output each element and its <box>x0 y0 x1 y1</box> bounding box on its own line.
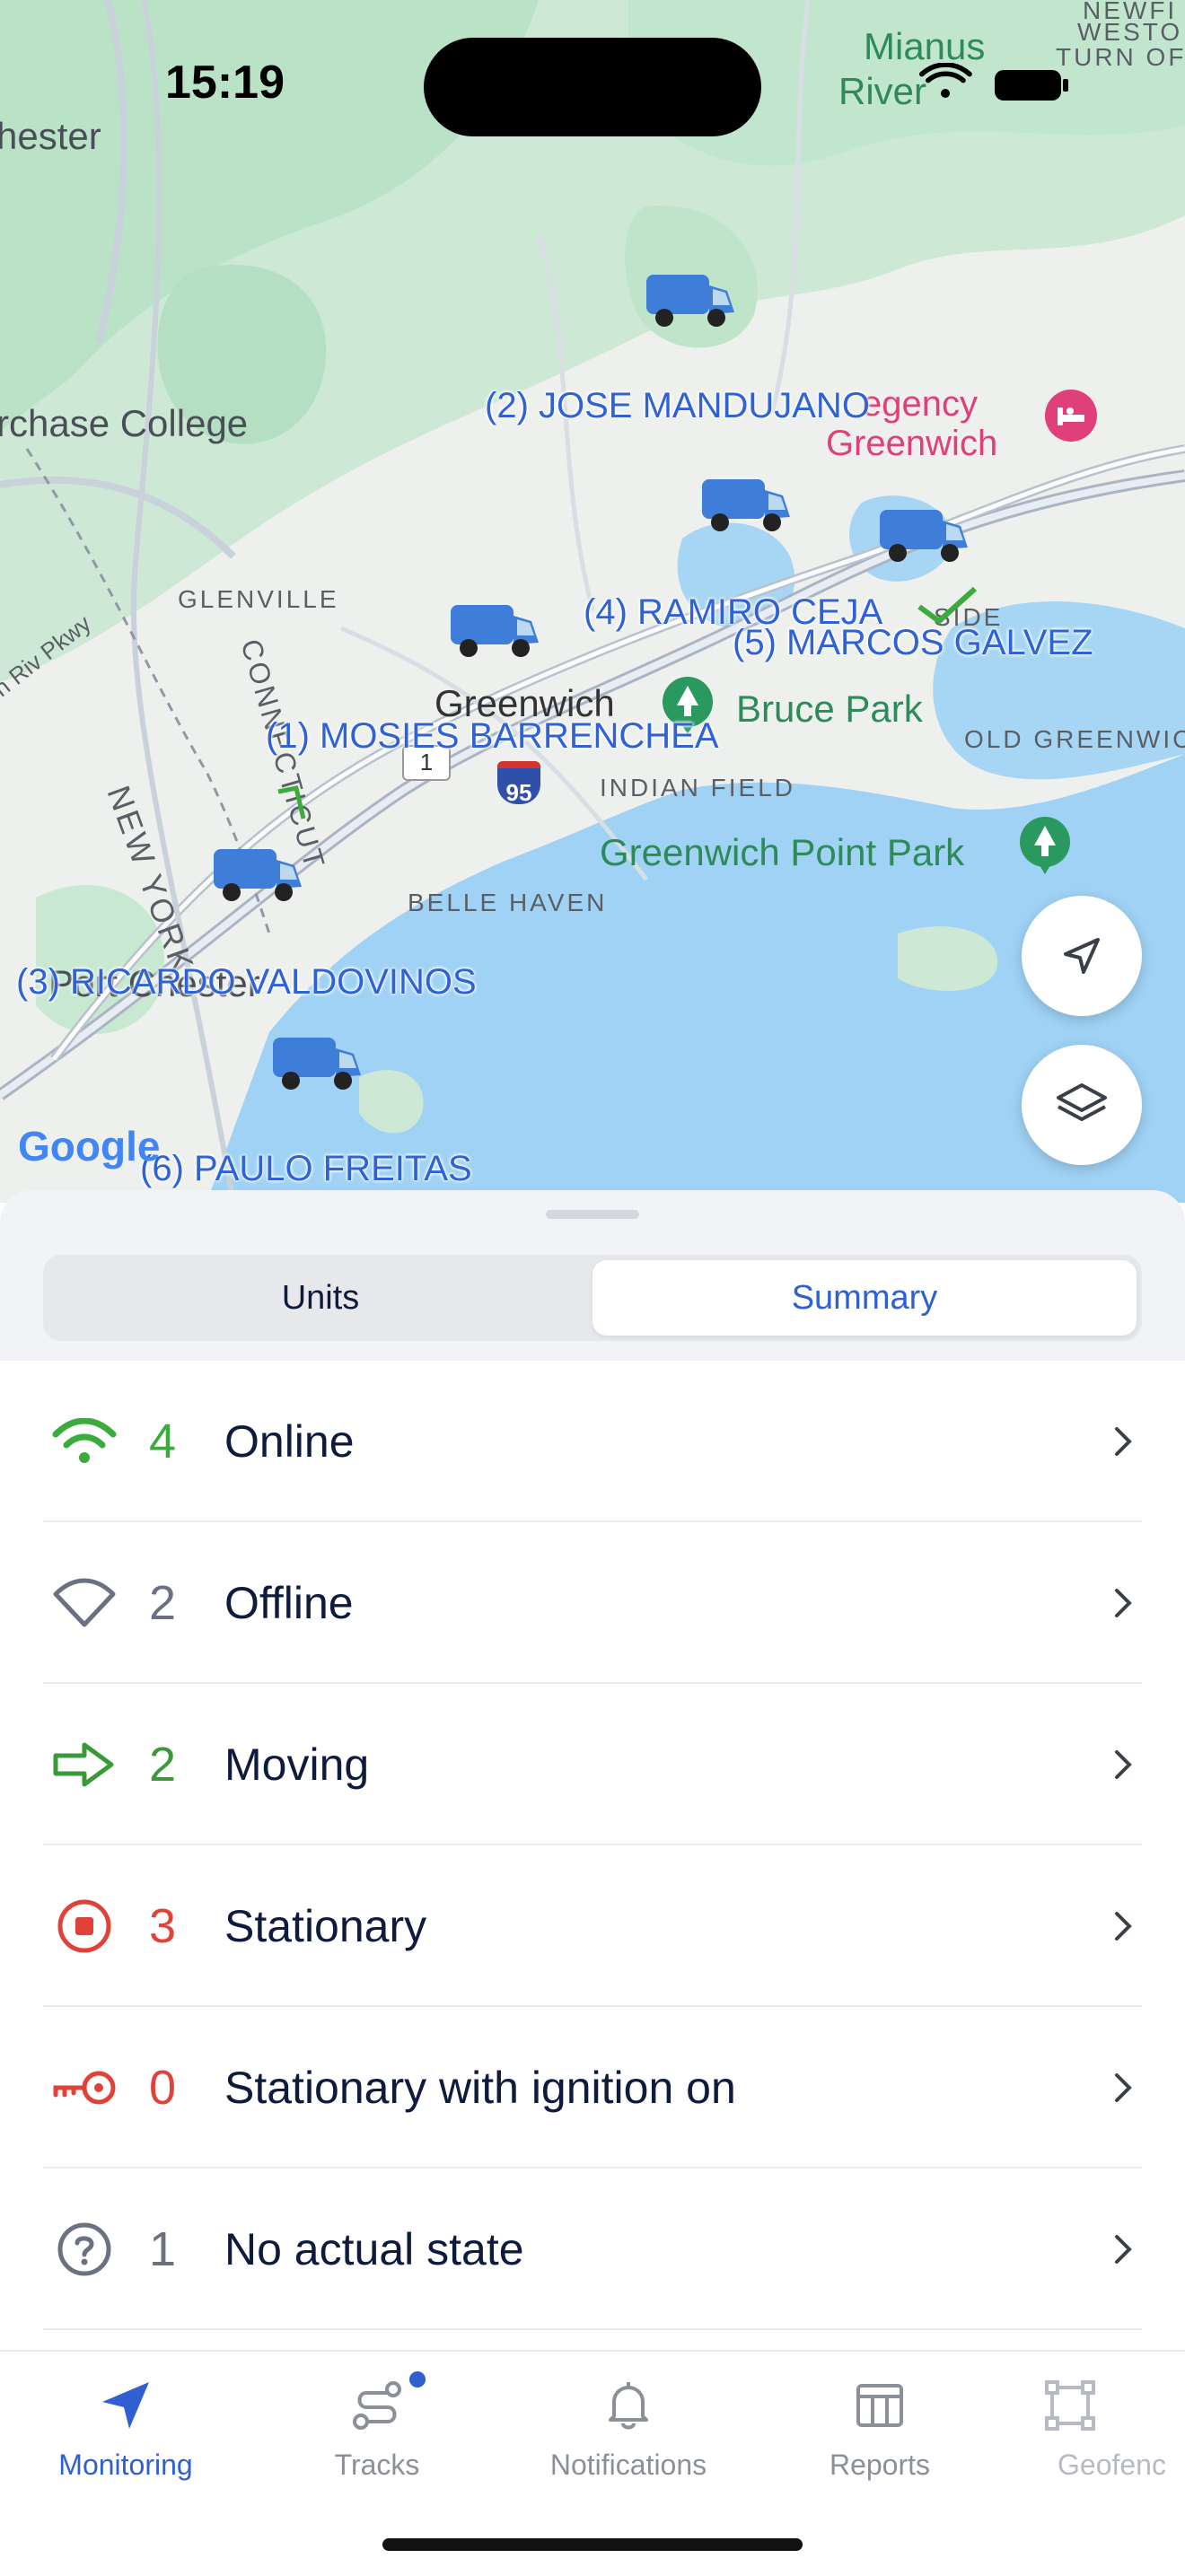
map-label-glenville: GLENVILLE <box>178 585 339 613</box>
online-count: 4 <box>149 1415 177 1468</box>
tab-reports-label: Reports <box>829 2449 931 2481</box>
map-label-purchase: rchase College <box>0 402 249 444</box>
ignition-on-label: Stationary with ignition on <box>224 2063 736 2113</box>
status-bar-time: 15:19 <box>165 57 285 109</box>
summary-list: 4 Online 2 Offline 2 Moving 3 Stationary… <box>0 1361 1185 2330</box>
summary-row-offline[interactable]: 2 Offline <box>0 1522 1185 1684</box>
summary-row-stationary[interactable]: 3 Stationary <box>0 1845 1185 2007</box>
tab-units[interactable]: Units <box>48 1260 592 1336</box>
summary-row-ignition-on[interactable]: 0 Stationary with ignition on <box>0 2007 1185 2169</box>
tracks-badge-dot <box>409 2371 426 2388</box>
route-icon <box>260 2370 494 2441</box>
map-label-old-greenwich: OLD GREENWIC <box>964 725 1185 753</box>
dynamic-island <box>424 38 761 136</box>
truck-icon[interactable] <box>208 840 307 912</box>
chevron-right-icon <box>1115 1750 1132 1779</box>
map-label-turn: TURN OF <box>1056 43 1185 71</box>
tab-monitoring-label: Monitoring <box>58 2449 193 2481</box>
tab-reports[interactable]: Reports <box>763 2370 996 2482</box>
view-segmented-control: Units Summary <box>43 1255 1142 1341</box>
tab-geofences-label: Geofenc <box>1058 2449 1166 2481</box>
bell-icon <box>512 2370 745 2441</box>
sheet-header: Units Summary <box>0 1190 1185 1361</box>
moving-count: 2 <box>149 1738 177 1792</box>
wifi-status-icon <box>919 63 972 98</box>
chevron-right-icon <box>1115 2235 1132 2264</box>
map-label-hyatt-greenwich: Greenwich <box>826 424 998 463</box>
stationary-count: 3 <box>149 1899 177 1953</box>
home-indicator <box>382 2538 803 2551</box>
map-view[interactable]: hester Mianus River NEWFI WESTO TURN OF … <box>0 0 1185 1203</box>
stop-circle-icon <box>50 1899 118 1953</box>
truck-icon[interactable] <box>641 266 740 337</box>
map-label-greenwich-point: Greenwich Point Park <box>600 831 965 873</box>
tab-notifications[interactable]: Notifications <box>512 2370 745 2482</box>
geofence-icon <box>1014 2370 1185 2441</box>
unit-label-2[interactable]: (2) JOSE MANDUJANO <box>485 386 870 426</box>
hotel-poi-icon <box>1045 390 1097 442</box>
google-logo-text: Google <box>18 1123 161 1170</box>
wifi-icon <box>50 1416 118 1467</box>
stationary-label: Stationary <box>224 1901 427 1951</box>
moving-direction-icon <box>917 586 978 625</box>
chevron-right-icon <box>1115 1427 1132 1456</box>
status-bar-icons <box>919 63 1068 101</box>
map-label-hyatt: egency <box>862 384 978 424</box>
google-logo: Google <box>18 1122 160 1170</box>
table-icon <box>763 2370 996 2441</box>
tab-summary[interactable]: Summary <box>592 1260 1137 1336</box>
tab-geofences[interactable]: Geofenc <box>1014 2370 1185 2482</box>
map-label-mianus: Mianus <box>864 25 986 67</box>
tab-notifications-label: Notifications <box>549 2449 707 2481</box>
no-state-label: No actual state <box>224 2224 524 2274</box>
map-label-chester: hester <box>0 115 101 157</box>
moving-label: Moving <box>224 1739 370 1790</box>
tab-monitoring[interactable]: Monitoring <box>9 2370 242 2482</box>
truck-icon[interactable] <box>874 501 973 573</box>
summary-row-moving[interactable]: 2 Moving <box>0 1684 1185 1845</box>
offline-count: 2 <box>149 1576 177 1630</box>
layers-button[interactable] <box>1022 1045 1142 1165</box>
route-95-label: 95 <box>505 779 532 806</box>
unit-label-6[interactable]: (6) PAULO FREITAS <box>140 1149 472 1189</box>
summary-row-no-state[interactable]: 1 No actual state <box>0 2169 1185 2330</box>
offline-label: Offline <box>224 1578 354 1628</box>
no-state-count: 1 <box>149 2222 177 2276</box>
tab-tracks-label: Tracks <box>334 2449 420 2481</box>
unit-label-5[interactable]: (5) MARCOS GALVEZ <box>733 623 1093 663</box>
chevron-right-icon <box>1115 2073 1132 2102</box>
map-label-river: River <box>838 70 927 112</box>
chevron-right-icon <box>1115 1912 1132 1941</box>
truck-icon[interactable] <box>697 470 795 542</box>
truck-icon[interactable] <box>445 596 544 668</box>
ignition-on-count: 0 <box>149 2061 177 2115</box>
question-circle-icon <box>50 2222 118 2276</box>
row-divider <box>43 2328 1142 2330</box>
route-95-shield: 95 <box>497 761 540 806</box>
map-label-belle-haven: BELLE HAVEN <box>408 889 608 916</box>
wifi-off-icon <box>50 1578 118 1628</box>
navigation-arrow-icon <box>9 2370 242 2441</box>
map-label-indian-field: INDIAN FIELD <box>600 774 796 802</box>
map-label-bruce-park: Bruce Park <box>736 688 923 730</box>
key-icon <box>50 2063 118 2113</box>
park-poi-icon-2 <box>1020 817 1070 874</box>
locate-button[interactable] <box>1022 896 1142 1016</box>
unit-label-1[interactable]: (1) MOSIES BARRENCHEA <box>266 716 719 757</box>
arrow-right-icon <box>50 1739 118 1790</box>
summary-row-online[interactable]: 4 Online <box>0 1361 1185 1522</box>
sheet-grabber[interactable] <box>546 1210 639 1219</box>
moving-direction-icon-2 <box>277 785 306 819</box>
tab-tracks[interactable]: Tracks <box>260 2370 494 2482</box>
online-label: Online <box>224 1416 355 1467</box>
unit-label-3[interactable]: (3) RICARDO VALDOVINOS <box>16 962 477 1003</box>
layers-icon <box>1057 1083 1107 1121</box>
battery-icon <box>995 70 1068 101</box>
chevron-right-icon <box>1115 1589 1132 1617</box>
location-arrow-icon <box>1064 938 1100 974</box>
truck-icon[interactable] <box>268 1029 366 1100</box>
